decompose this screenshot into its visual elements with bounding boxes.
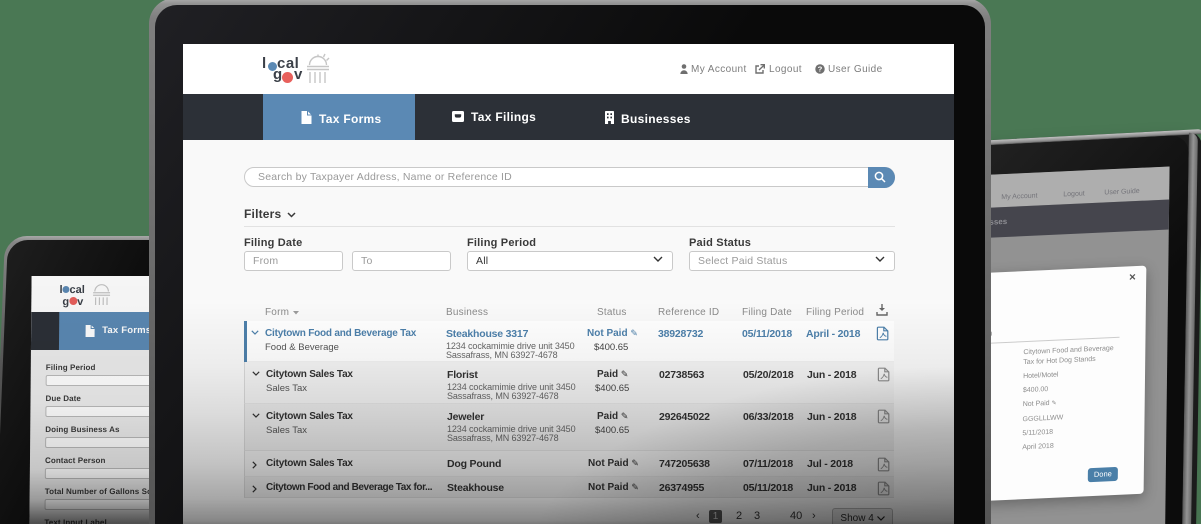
svg-text:?: ?	[818, 65, 823, 74]
